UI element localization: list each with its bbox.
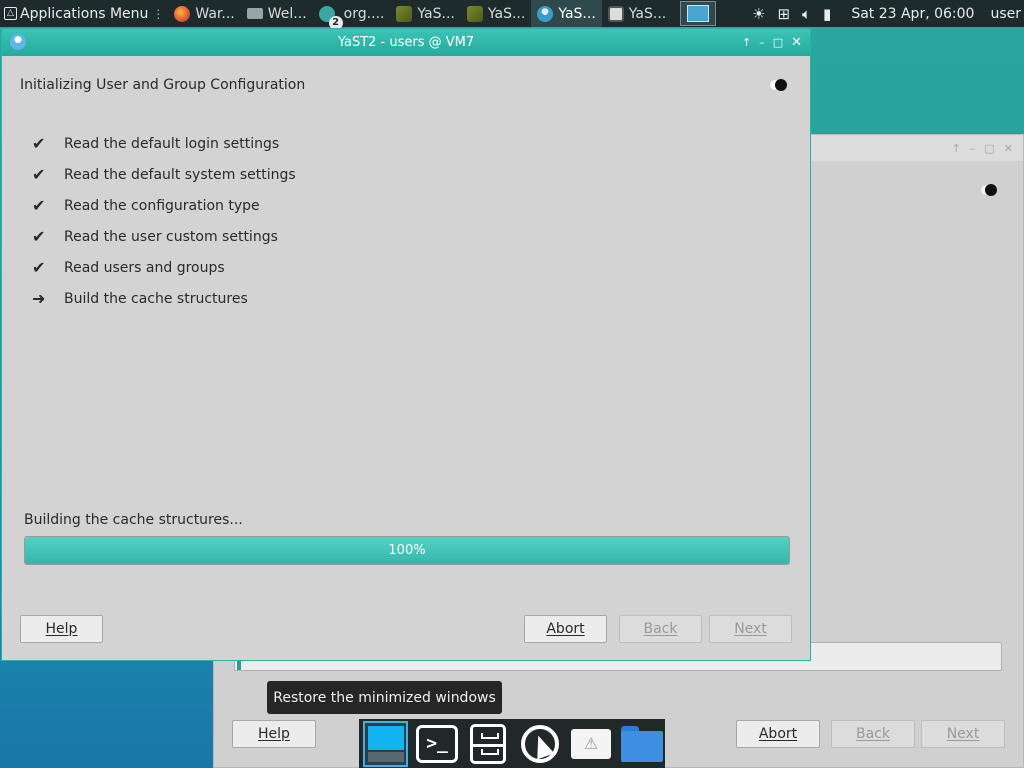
- file-cabinet-launcher[interactable]: [466, 721, 511, 767]
- yast-monitor-icon: [607, 5, 624, 22]
- step-label: Build the cache structures: [64, 290, 248, 307]
- progress-bar: 100%: [24, 536, 790, 565]
- mouse-app-launcher[interactable]: [517, 721, 562, 767]
- next-button[interactable]: Next: [921, 720, 1005, 748]
- window-title: YaST2 - users @ VM7: [337, 35, 475, 50]
- show-desktop-icon: [368, 725, 404, 750]
- step-label: Read the default login settings: [64, 135, 280, 152]
- applications-menu-label: Applications Menu: [20, 5, 149, 22]
- folder-launcher[interactable]: [620, 721, 665, 767]
- back-button[interactable]: Back: [619, 615, 702, 643]
- applications-menu-icon: △: [4, 7, 17, 20]
- show-desktop-icon-base: [368, 751, 404, 762]
- document-icon: ⚠: [571, 728, 612, 759]
- maximize-icon[interactable]: □: [984, 142, 994, 155]
- yast-icon: [396, 5, 413, 22]
- mouse-app-icon: [520, 724, 559, 763]
- file-cabinet-icon: [470, 723, 507, 764]
- checkmark-icon: ✔: [32, 134, 46, 153]
- menu-separator-icon: ⋮: [152, 6, 165, 21]
- taskbar-item-yast-1[interactable]: YaS...: [390, 0, 460, 27]
- progress-percent: 100%: [388, 543, 426, 558]
- next-button[interactable]: Next: [709, 615, 792, 643]
- step-label: Read the default system settings: [64, 166, 296, 183]
- terminal-launcher[interactable]: >_: [414, 721, 459, 767]
- list-item: ✔ Read users and groups: [30, 252, 296, 283]
- yast-users-icon: [537, 5, 554, 22]
- tooltip: Restore the minimized windows: [267, 681, 502, 714]
- checkmark-icon: ✔: [32, 196, 46, 215]
- show-desktop-button[interactable]: [363, 720, 409, 767]
- abort-button[interactable]: Abort: [736, 720, 820, 748]
- taskbar-item-label: YaS...: [628, 5, 667, 22]
- list-item: ✔ Read the default login settings: [30, 128, 296, 159]
- checkmark-icon: ✔: [32, 227, 46, 246]
- network-icon[interactable]: ⊞: [777, 5, 790, 23]
- list-item: ✔ Read the configuration type: [30, 190, 296, 221]
- arrow-right-icon: ➜: [32, 289, 46, 308]
- minimize-icon[interactable]: –: [759, 36, 765, 49]
- taskbar-item-label: YaS...: [558, 5, 596, 22]
- battery-icon[interactable]: ▮: [823, 5, 831, 23]
- taskbar-item-org[interactable]: 2 org....: [313, 0, 391, 30]
- busy-spinner-icon: [981, 184, 997, 196]
- taskbar-item-label: Wel...: [267, 5, 307, 22]
- workspace-pager[interactable]: [680, 1, 717, 26]
- list-item: ✔ Read the user custom settings: [30, 221, 296, 252]
- checkmark-icon: ✔: [32, 258, 46, 277]
- user-menu[interactable]: user: [990, 6, 1021, 22]
- keep-above-icon[interactable]: ↑: [952, 142, 961, 155]
- dock: >_ ⚠: [359, 719, 665, 768]
- top-panel: △ Applications Menu ⋮ War... Wel... 2 or…: [0, 0, 1024, 30]
- list-item: ➜ Build the cache structures: [30, 283, 296, 314]
- clock[interactable]: Sat 23 Apr, 06:00: [851, 6, 974, 22]
- volume-icon[interactable]: 🔈︎: [802, 5, 811, 23]
- window-icon: [246, 8, 263, 19]
- document-launcher[interactable]: ⚠: [568, 721, 613, 767]
- taskbar-item-yast-2[interactable]: YaS...: [461, 0, 531, 27]
- system-tray: ☀ ⊞ 🔈︎ ▮ Sat 23 Apr, 06:00 user: [752, 5, 1024, 23]
- app-icon: 2: [318, 5, 343, 30]
- taskbar-item-yast-3[interactable]: YaS...: [602, 0, 672, 27]
- workspace-thumbnail: [687, 5, 710, 22]
- taskbar-item-firefox[interactable]: War...: [168, 0, 240, 27]
- page-heading: Initializing User and Group Configuratio…: [20, 77, 306, 93]
- taskbar-item-label: YaS...: [417, 5, 455, 22]
- abort-button[interactable]: Abort: [524, 615, 607, 643]
- applications-menu-button[interactable]: △ Applications Menu ⋮: [0, 0, 168, 27]
- help-button[interactable]: Help: [20, 615, 103, 643]
- firefox-icon: [174, 5, 191, 22]
- taskbar-item-welcome[interactable]: Wel...: [241, 0, 313, 27]
- updater-icon[interactable]: ☀: [752, 5, 765, 23]
- taskbar-item-label: YaS...: [487, 5, 526, 22]
- checkmark-icon: ✔: [32, 165, 46, 184]
- close-icon[interactable]: ✕: [1004, 142, 1013, 155]
- taskbar-item-yast-users[interactable]: YaS...: [531, 0, 602, 27]
- keep-above-icon[interactable]: ↑: [742, 36, 751, 49]
- terminal-icon: >_: [416, 724, 459, 763]
- yast-users-window[interactable]: YaST2 - users @ VM7 ↑ – □ ✕ Initializing…: [1, 28, 811, 661]
- step-label: Read the configuration type: [64, 197, 260, 214]
- back-button[interactable]: Back: [831, 720, 915, 748]
- taskbar-item-label: org....: [343, 5, 385, 22]
- maximize-icon[interactable]: □: [773, 36, 783, 49]
- progress-steps-list: ✔ Read the default login settings ✔ Read…: [30, 128, 296, 314]
- step-label: Read users and groups: [64, 259, 225, 276]
- yast-icon: [466, 5, 483, 22]
- busy-spinner-icon: [770, 79, 787, 91]
- step-label: Read the user custom settings: [64, 228, 278, 245]
- taskbar-item-label: War...: [195, 5, 235, 22]
- close-icon[interactable]: ✕: [791, 35, 802, 50]
- help-button[interactable]: Help: [232, 720, 316, 748]
- list-item: ✔ Read the default system settings: [30, 159, 296, 190]
- minimize-icon[interactable]: –: [970, 142, 976, 155]
- progress-label: Building the cache structures...: [24, 512, 243, 528]
- window-titlebar[interactable]: YaST2 - users @ VM7 ↑ – □ ✕: [2, 29, 810, 56]
- folder-icon: [621, 725, 664, 762]
